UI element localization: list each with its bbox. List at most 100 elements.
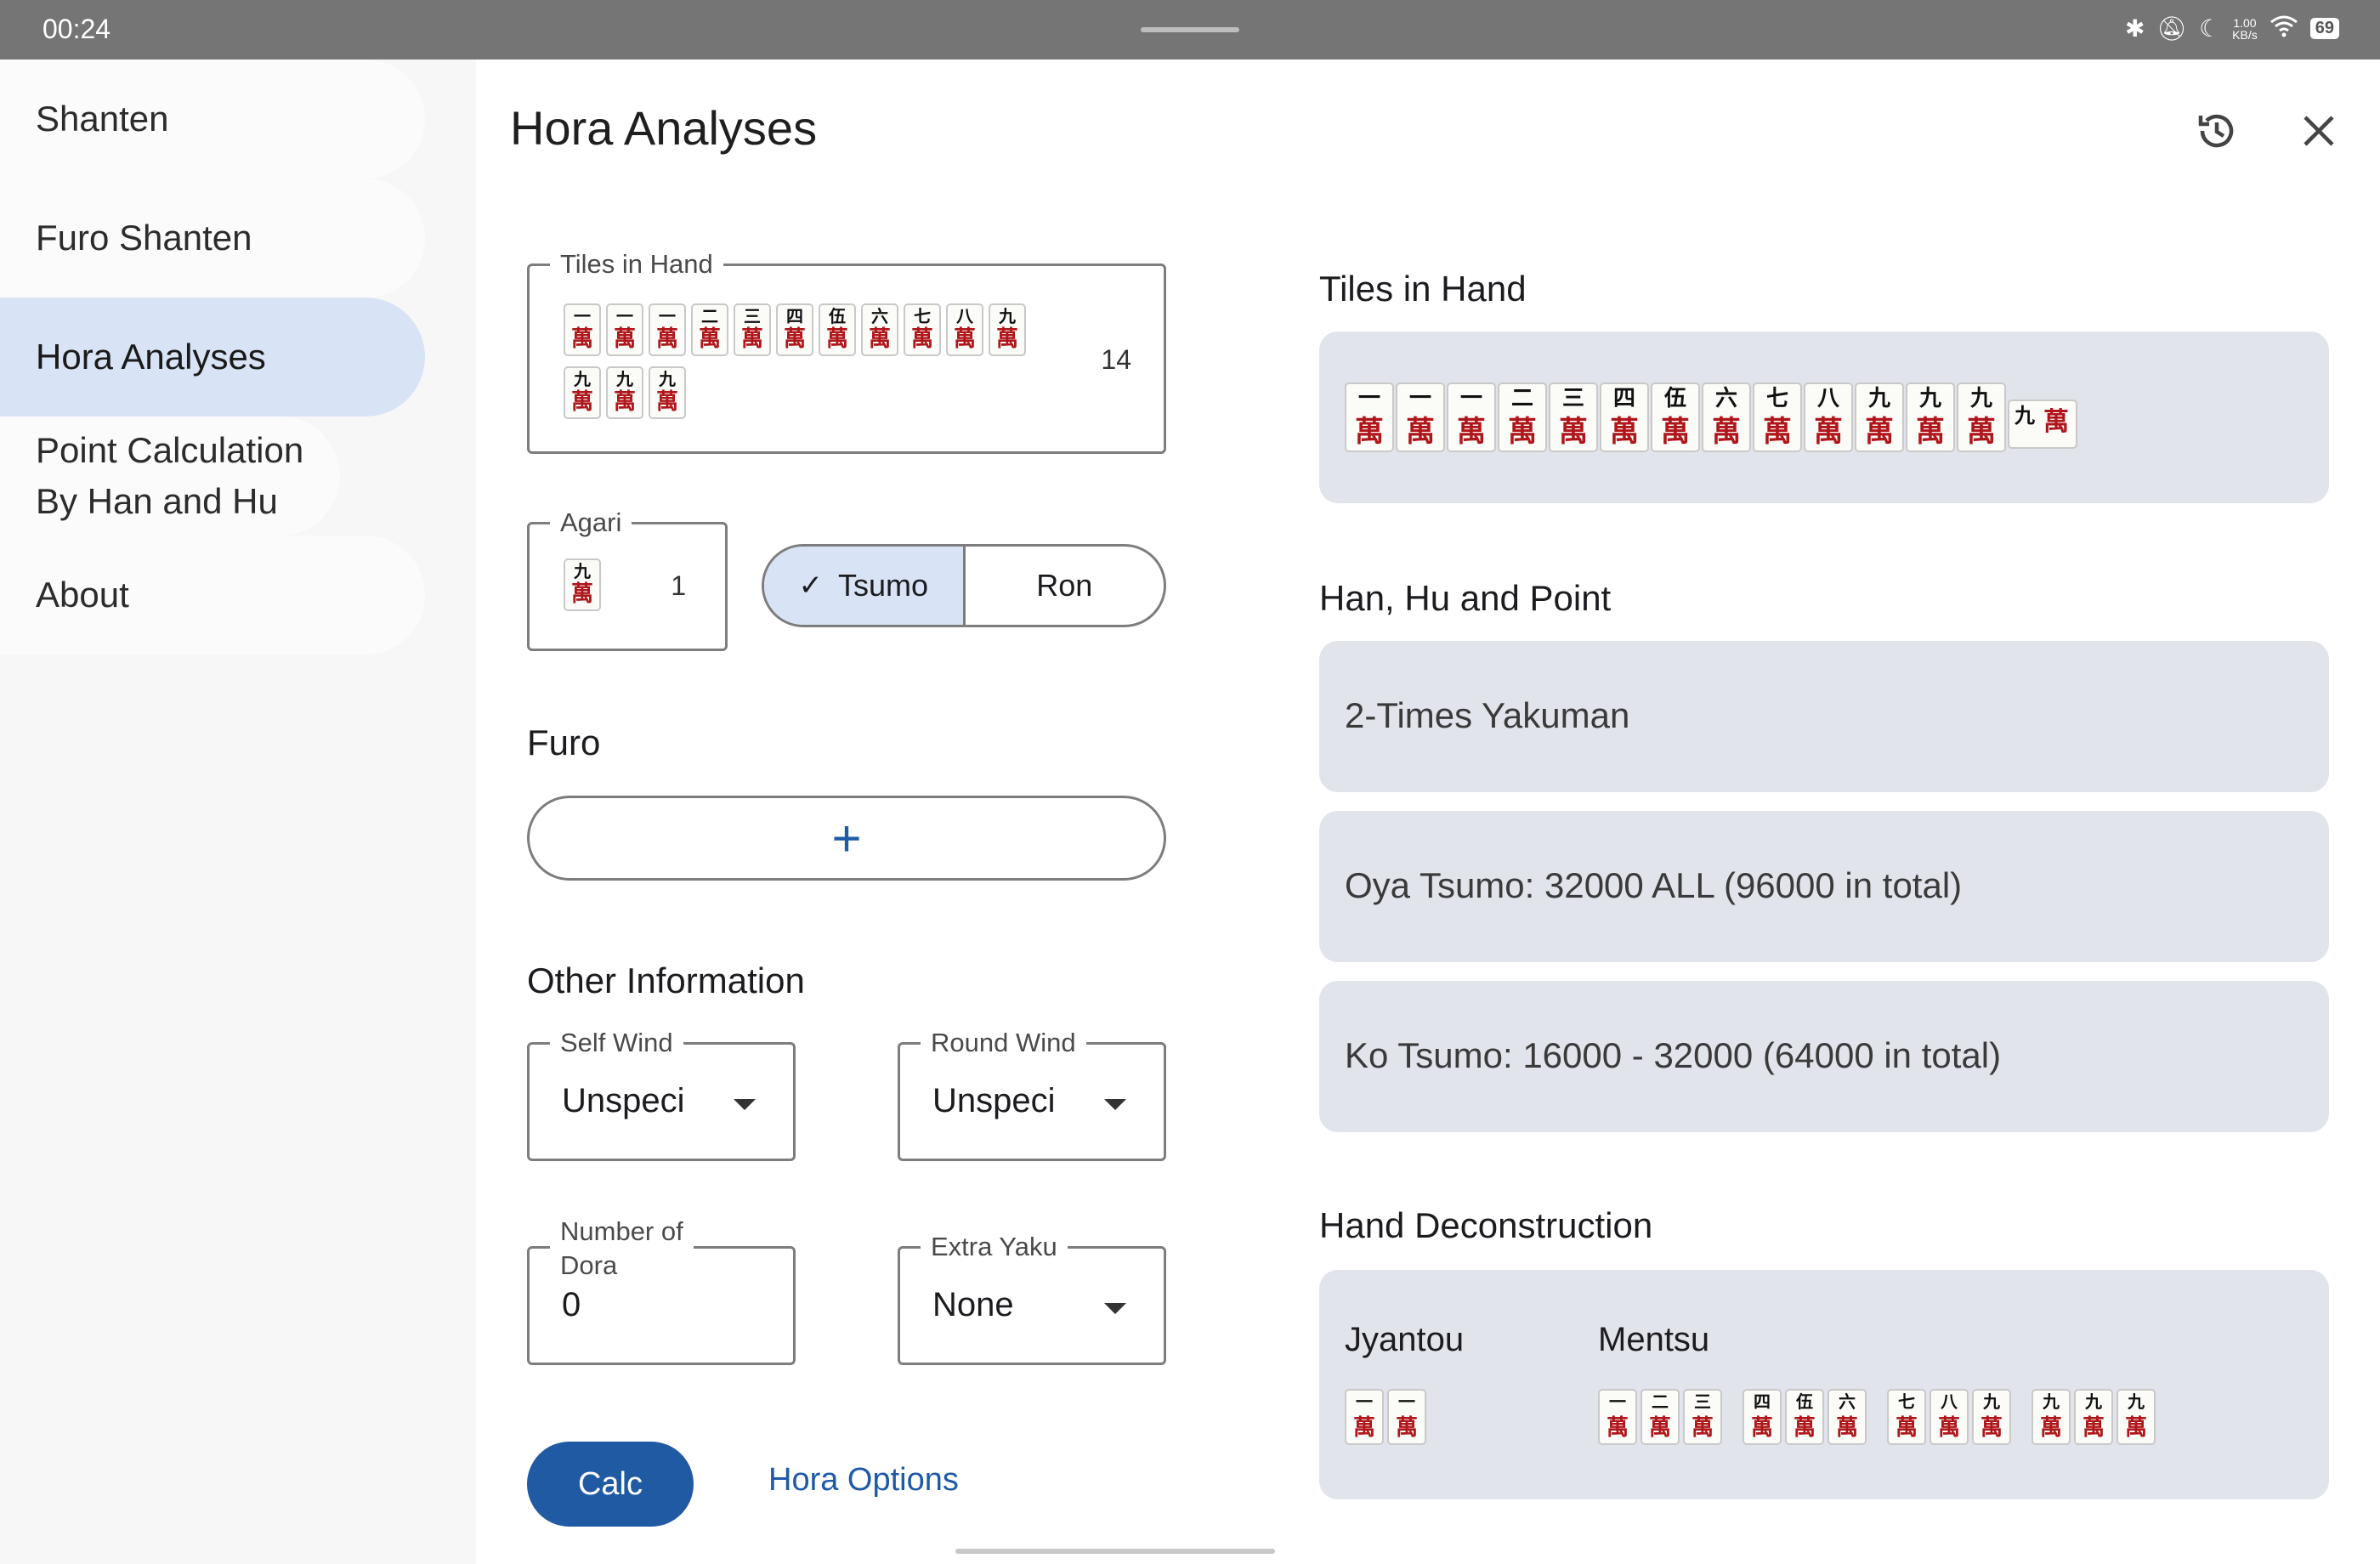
tile-3m: 三萬 <box>1683 1389 1722 1445</box>
result-tiles-title: Tiles in Hand <box>1319 269 1527 309</box>
tile-9m: 九萬 <box>649 366 686 419</box>
mentsu-group: 九萬九萬九萬 <box>2032 1389 2156 1445</box>
hora-options-button[interactable]: Hora Options <box>768 1462 959 1499</box>
nav-item-about[interactable]: About <box>0 536 425 654</box>
tile-1m: 一萬 <box>1396 382 1445 452</box>
status-icons: ✱ 🔕︎ ☾ 1.00 KB/s 69 <box>2125 14 2339 43</box>
net-speed-value: 1.00 <box>2233 15 2257 30</box>
tile-2m: 二萬 <box>1640 1389 1680 1445</box>
dora-label-line2: Dora <box>560 1250 618 1280</box>
wifi-icon <box>2270 14 2298 43</box>
tile-8m: 八萬 <box>946 303 983 356</box>
agari-tile-row: 九萬 <box>564 558 601 611</box>
extra-yaku-select[interactable]: Extra Yaku None <box>898 1232 1166 1365</box>
page-title: Hora Analyses <box>510 101 818 155</box>
top-drag-handle[interactable] <box>1141 27 1239 32</box>
dropdown-arrow-icon <box>1104 1303 1126 1314</box>
nav-item-furo-shanten[interactable]: Furo Shanten <box>0 178 425 298</box>
ron-label: Ron <box>1036 568 1093 603</box>
tiles-in-hand-field[interactable]: Tiles in Hand 一萬一萬一萬二萬三萬四萬伍萬六萬七萬八萬九萬 九萬九… <box>527 249 1166 454</box>
tile-7m: 七萬 <box>904 303 941 356</box>
tile-9m: 九萬 <box>1972 1389 2011 1445</box>
oya-tsumo-text: Oya Tsumo: 32000 ALL (96000 in total) <box>1345 865 1963 905</box>
net-speed: 1.00 KB/s <box>2232 17 2258 41</box>
nav-item-hora-analyses[interactable]: Hora Analyses <box>0 298 425 416</box>
nav-item-shanten[interactable]: Shanten <box>0 60 425 178</box>
tsumo-label: Tsumo <box>837 568 929 603</box>
dora-count-field[interactable]: Number of Dora 0 <box>527 1215 796 1365</box>
round-wind-select[interactable]: Round Wind Unspeci <box>898 1028 1166 1161</box>
field-label: Self Wind <box>550 1028 683 1058</box>
history-icon[interactable] <box>2186 100 2247 162</box>
agari-field[interactable]: Agari 九萬 1 <box>527 507 728 651</box>
tile-9m: 九萬 <box>989 303 1026 356</box>
tile-count: 14 <box>1101 344 1131 375</box>
tile-6m: 六萬 <box>1828 1389 1867 1445</box>
tile-5m: 伍萬 <box>1651 382 1700 452</box>
han-text: 2-Times Yakuman <box>1345 695 1630 735</box>
field-label: Round Wind <box>921 1028 1086 1058</box>
tile-9m: 九萬 <box>1855 382 1904 452</box>
hand-tiles-row: 九萬九萬九萬 <box>564 366 686 419</box>
nav-item-label: Shanten <box>36 99 169 139</box>
tile-9m: 九萬 <box>2116 1389 2156 1445</box>
jyantou-label: Jyantou <box>1345 1321 1465 1358</box>
tile-7m: 七萬 <box>1753 382 1802 452</box>
tile-9m: 九萬 <box>606 366 643 419</box>
tile-6m: 六萬 <box>1702 382 1751 452</box>
nav-item-label: Furo Shanten <box>36 218 252 258</box>
tile-1m: 一萬 <box>564 303 601 356</box>
tile-1m: 一萬 <box>1598 1389 1637 1445</box>
self-wind-select[interactable]: Self Wind Unspeci <box>527 1028 796 1161</box>
mentsu-groups: 一萬二萬三萬四萬伍萬六萬七萬八萬九萬九萬九萬九萬 <box>1598 1389 2156 1445</box>
dropdown-arrow-icon <box>734 1099 756 1110</box>
mentsu-group: 七萬八萬九萬 <box>1887 1389 2011 1445</box>
mentsu-label: Mentsu <box>1598 1321 1710 1358</box>
nav-item-label: Hora Analyses <box>36 337 266 377</box>
calc-label: Calc <box>577 1465 643 1502</box>
han-card: 2-Times Yakuman <box>1319 641 2329 792</box>
nav-item-label: Point Calculation By Han and Hu <box>36 430 304 521</box>
tile-9m: 九萬 <box>1906 382 1955 452</box>
dora-value: 0 <box>562 1286 581 1323</box>
ron-button[interactable]: Ron <box>966 547 1164 625</box>
dora-label-line1: Number of <box>560 1216 683 1246</box>
field-label: Number of Dora <box>550 1215 694 1283</box>
tile-1m: 一萬 <box>606 303 643 356</box>
calc-button[interactable]: Calc <box>527 1442 694 1527</box>
oya-card: Oya Tsumo: 32000 ALL (96000 in total) <box>1319 811 2329 962</box>
nav-item-point-calculation[interactable]: Point Calculation By Han and Hu <box>0 416 340 536</box>
add-furo-button[interactable]: + <box>527 796 1166 881</box>
tile-5m: 伍萬 <box>819 303 856 356</box>
tile-2m: 二萬 <box>691 303 728 356</box>
tile-9m: 九萬 <box>2032 1389 2071 1445</box>
tile-5m: 伍萬 <box>1785 1389 1824 1445</box>
tile-9m: 九萬 <box>564 366 601 419</box>
field-label: Tiles in Hand <box>550 249 723 280</box>
tile-6m: 六萬 <box>861 303 898 356</box>
dropdown-arrow-icon <box>1104 1099 1126 1110</box>
tile-9m: 九萬 <box>2074 1389 2113 1445</box>
agari-count: 1 <box>671 570 686 601</box>
status-time: 00:24 <box>42 14 111 44</box>
tile-1m: 一萬 <box>1345 1389 1384 1445</box>
plus-icon: + <box>831 809 862 867</box>
deconstruction-card: Jyantou Mentsu 一萬 一萬 一萬二萬三萬四萬伍萬六萬七萬八萬九萬九萬… <box>1319 1270 2329 1499</box>
tsumo-button[interactable]: ✓ Tsumo <box>764 547 966 625</box>
other-info-title: Other Information <box>527 960 805 1000</box>
tile-7m: 七萬 <box>1887 1389 1926 1445</box>
tile-2m: 二萬 <box>1498 382 1547 452</box>
close-icon[interactable] <box>2288 100 2349 162</box>
tile-1m: 一萬 <box>1447 382 1496 452</box>
tile-1m: 一萬 <box>649 303 686 356</box>
battery-level: 69 <box>2309 18 2339 39</box>
deconstruction-title: Hand Deconstruction <box>1319 1205 1653 1245</box>
status-bar: 00:24 ✱ 🔕︎ ☾ 1.00 KB/s 69 <box>0 0 2380 60</box>
navigation-drawer: Shanten Furo Shanten Hora Analyses Point… <box>0 60 476 1564</box>
tile-3m: 三萬 <box>1549 382 1598 452</box>
furo-title: Furo <box>527 722 601 762</box>
result-tiles-row: 一萬一萬一萬二萬三萬四萬伍萬六萬七萬八萬九萬九萬九萬九萬 <box>1345 382 2077 452</box>
extra-yaku-value: None <box>932 1286 1014 1323</box>
ko-tsumo-text: Ko Tsumo: 16000 - 32000 (64000 in total) <box>1345 1035 2002 1075</box>
tile-8m: 八萬 <box>1804 382 1853 452</box>
